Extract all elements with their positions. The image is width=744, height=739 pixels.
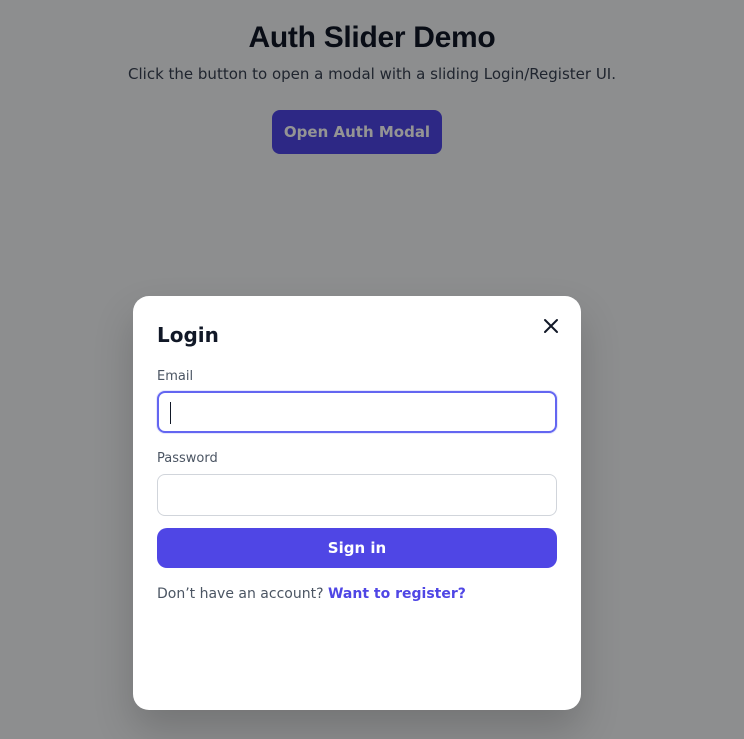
close-icon bbox=[541, 316, 561, 336]
password-field[interactable] bbox=[157, 474, 557, 516]
auth-modal: Login Email Password Sign in Don’t have … bbox=[133, 296, 581, 710]
register-prompt-text: Don’t have an account? bbox=[157, 586, 324, 602]
email-label: Email bbox=[157, 369, 194, 384]
email-field[interactable] bbox=[157, 391, 557, 433]
close-button[interactable] bbox=[541, 316, 561, 336]
password-label: Password bbox=[157, 451, 218, 466]
register-prompt: Don’t have an account? Want to register? bbox=[157, 585, 466, 603]
sign-in-button[interactable]: Sign in bbox=[157, 528, 557, 568]
register-link[interactable]: Want to register? bbox=[328, 586, 466, 602]
text-cursor bbox=[170, 402, 171, 424]
modal-title: Login bbox=[157, 323, 219, 347]
